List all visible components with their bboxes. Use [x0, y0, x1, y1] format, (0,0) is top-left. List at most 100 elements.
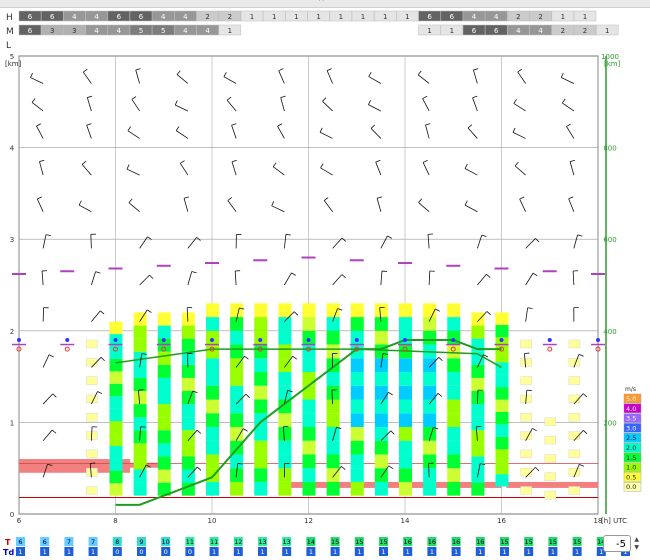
- cloud-column-cell: [350, 468, 364, 482]
- cloud-column-cell: [495, 362, 509, 375]
- dewpoint-value: 1: [575, 548, 579, 556]
- wind-barb-flag: [425, 123, 431, 126]
- wind-barb-flag: [326, 68, 332, 71]
- wind-barb: [90, 271, 96, 286]
- cloud-column-cell: [374, 399, 388, 414]
- wind-barb: [562, 102, 575, 112]
- cloud-column-cell: [181, 417, 195, 431]
- cloud-column-cell: [254, 358, 268, 373]
- wind-barb: [284, 272, 292, 286]
- spin-up-icon[interactable]: ▲: [631, 536, 639, 544]
- cloud-column-cell: [133, 482, 147, 496]
- temp-value: 9: [139, 538, 143, 546]
- cloud-column-cell: [374, 454, 388, 469]
- wind-barb: [91, 310, 101, 322]
- cloud-column-cell: [350, 385, 364, 400]
- legend-label: 0.5: [626, 473, 636, 481]
- cloud-column-cell: [471, 443, 485, 457]
- cloud-cell-value: 4: [117, 27, 122, 35]
- wind-barb: [464, 168, 478, 176]
- cloud-column-cell: [109, 470, 123, 484]
- cloud-cell-small: [520, 486, 532, 495]
- cloud-column-cell: [471, 417, 485, 431]
- wind-barb: [332, 274, 343, 286]
- wind-barb: [127, 130, 140, 139]
- dewpoint-value: 1: [333, 548, 337, 556]
- wind-barb: [86, 125, 92, 139]
- cloud-column-cell: [109, 321, 123, 335]
- right-tick-label: 200: [603, 419, 616, 427]
- wind-barb: [326, 70, 333, 84]
- cloud-column-cell: [350, 440, 364, 455]
- cloud-column-cell: [374, 413, 388, 427]
- cloud-column-cell: [109, 358, 123, 372]
- cloud-column-cell: [157, 364, 171, 378]
- cloud-column-cell: [230, 454, 244, 469]
- wind-barb-flag: [472, 95, 478, 99]
- cloud-column-cell: [350, 358, 364, 373]
- dewpoint-value: 1: [478, 548, 482, 556]
- cloud-cell-value: 4: [538, 27, 543, 35]
- temp-value: 15: [331, 538, 339, 546]
- wind-barb-flag: [583, 430, 588, 434]
- y-tick-label: 0: [10, 511, 14, 519]
- y-tick-label: 1: [10, 419, 14, 427]
- dewpoint-value: 1: [430, 548, 434, 556]
- wind-barb-flag: [527, 307, 533, 309]
- cloud-cell-value: 1: [272, 13, 276, 21]
- cloud-cell-value: 2: [228, 13, 232, 21]
- wind-barb: [126, 168, 140, 176]
- cloud-cell-small: [86, 467, 98, 477]
- wind-barb-flag: [174, 100, 178, 106]
- offset-spinner[interactable]: -5 ▲ ▼: [603, 535, 639, 552]
- lcl-marker: [354, 337, 359, 342]
- wind-barb: [176, 130, 189, 139]
- wind-barb-flag: [341, 274, 346, 279]
- cloud-cell-value: 1: [583, 13, 587, 21]
- wind-barb: [179, 163, 189, 176]
- temp-value: 7: [91, 538, 95, 546]
- x-tick-label: 12: [304, 517, 313, 525]
- cloud-column-cell: [254, 317, 268, 331]
- cloud-column-cell: [157, 456, 171, 470]
- cloud-column-cell: [399, 372, 412, 386]
- cloud-column-cell: [254, 454, 268, 469]
- wind-barb-flag: [562, 98, 566, 104]
- right-axis-unit: [km]: [604, 60, 621, 68]
- wind-barb: [323, 200, 333, 212]
- wind-barb-flag: [48, 354, 54, 358]
- cloud-column-cell: [447, 468, 461, 482]
- wind-barb: [380, 235, 388, 249]
- temp-value: 15: [500, 538, 508, 546]
- wind-barb-flag: [180, 160, 185, 164]
- cloud-column-cell: [495, 324, 509, 338]
- wind-barb-flag: [45, 234, 51, 237]
- temp-value: 7: [67, 538, 71, 546]
- wind-barb-flag: [319, 127, 323, 133]
- wind-barb: [139, 274, 150, 286]
- cloud-column-cell: [447, 385, 461, 400]
- cloud-cell-small: [544, 490, 556, 500]
- lcl-marker: [499, 337, 504, 342]
- cloud-cell-value: 1: [339, 13, 343, 21]
- spin-down-icon[interactable]: ▼: [631, 544, 639, 552]
- y-tick-label: 4: [10, 145, 15, 153]
- wind-barb-flag: [417, 70, 422, 76]
- temp-value: 13: [258, 538, 266, 546]
- cloud-column-cell: [326, 481, 340, 496]
- wind-barb: [183, 198, 189, 212]
- cloud-cell-small: [544, 417, 556, 427]
- wind-barb-flag: [242, 428, 248, 432]
- wind-barb: [135, 69, 141, 84]
- right-tick-label: 800: [603, 145, 616, 153]
- wind-barb: [42, 354, 50, 368]
- cloud-column-cell: [302, 303, 316, 318]
- cloud-column-cell: [423, 468, 437, 482]
- cloud-column-cell: [206, 372, 219, 386]
- x-tick-label: 8: [113, 517, 117, 525]
- wind-barb-flag: [175, 126, 180, 131]
- cloud-column-cell: [254, 440, 268, 455]
- cloud-column-cell: [157, 469, 171, 483]
- cloud-column-cell: [326, 303, 340, 318]
- cloud-cell-value: 2: [561, 27, 565, 35]
